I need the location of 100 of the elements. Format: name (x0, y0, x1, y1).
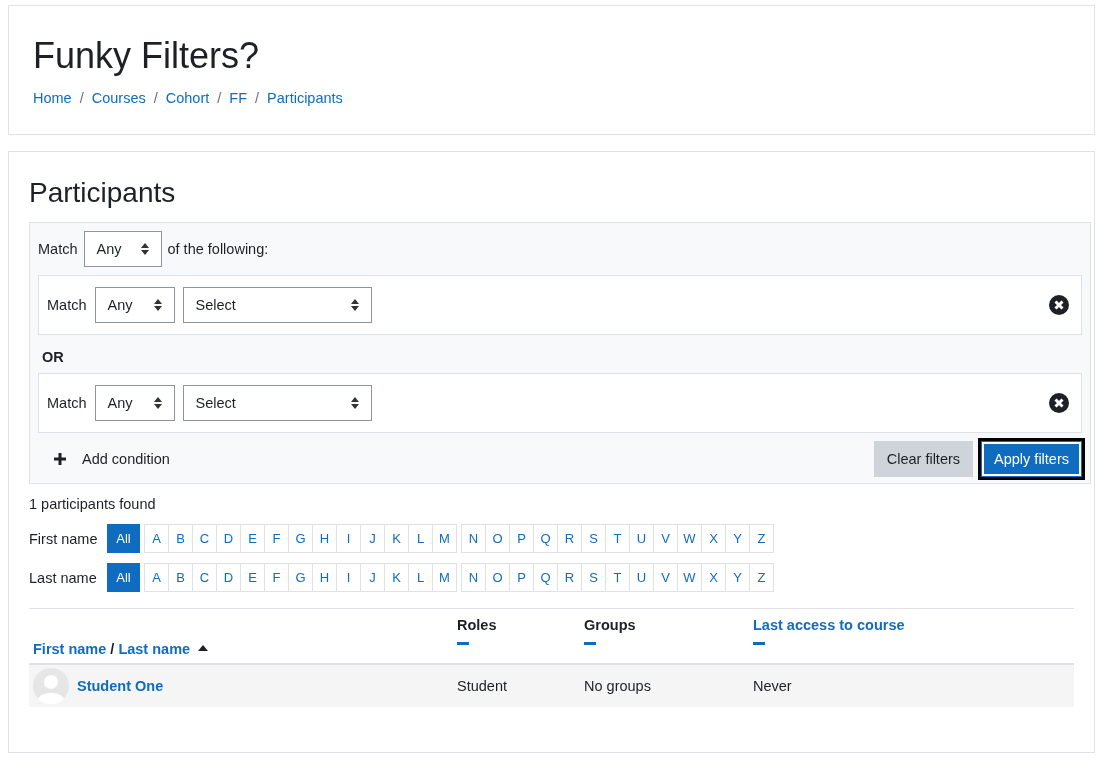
sort-arrows-icon (350, 397, 359, 409)
sort-arrows-icon (153, 299, 162, 311)
initial-button[interactable]: B (168, 524, 193, 553)
initial-button[interactable]: Q (533, 563, 558, 592)
initial-button[interactable]: Z (749, 524, 774, 553)
match-select[interactable]: Any (83, 231, 162, 267)
page-title: Funky Filters? (33, 34, 261, 78)
table-cell: Student (457, 678, 507, 694)
breadcrumb-separator: / (153, 90, 158, 106)
initial-button[interactable]: O (485, 524, 510, 553)
initial-button[interactable]: O (485, 563, 510, 592)
initial-button[interactable]: G (288, 524, 313, 553)
initial-button[interactable]: E (240, 524, 265, 553)
initial-button[interactable]: F (264, 563, 289, 592)
initial-button[interactable]: N (461, 563, 486, 592)
initial-button[interactable]: Y (725, 563, 750, 592)
initial-button[interactable]: Y (725, 524, 750, 553)
initial-button[interactable]: M (432, 524, 457, 553)
column-separator: / (110, 641, 115, 657)
initial-button[interactable]: T (605, 563, 630, 592)
initial-button[interactable]: F (264, 524, 289, 553)
table-cell: Never (753, 678, 792, 694)
initial-button[interactable]: K (384, 563, 409, 592)
joiner-label: OR (42, 349, 65, 365)
initial-button[interactable]: H (312, 524, 337, 553)
breadcrumb-separator: / (217, 90, 222, 106)
initial-button[interactable]: B (168, 563, 193, 592)
filter-type-select[interactable]: Select (182, 287, 372, 323)
participants-count: 1 participants found (29, 496, 157, 512)
match-suffix: of the following: (167, 241, 269, 257)
initial-button[interactable]: S (581, 524, 606, 553)
initial-button[interactable]: Q (533, 524, 558, 553)
match-label: Match (38, 241, 78, 257)
apply-filters-button[interactable]: Apply filters (981, 441, 1082, 477)
sort-arrows-icon (140, 243, 149, 255)
initial-button[interactable]: C (192, 563, 217, 592)
breadcrumb-link[interactable]: Participants (267, 90, 343, 106)
initial-button[interactable]: W (677, 563, 702, 592)
participant-name-link[interactable]: Student One (77, 678, 164, 694)
plus-icon (54, 453, 66, 465)
initial-button[interactable]: I (336, 563, 361, 592)
initial-button[interactable]: W (677, 524, 702, 553)
column-header: Roles (457, 617, 497, 633)
add-condition-button[interactable]: Add condition (38, 451, 186, 467)
initial-button[interactable]: P (509, 563, 534, 592)
initial-button[interactable]: G (288, 563, 313, 592)
initial-button[interactable]: H (312, 563, 337, 592)
column-header: Groups (584, 617, 636, 633)
initials-label: Last name (29, 569, 98, 586)
collapse-icon[interactable] (457, 642, 469, 645)
column-header-link[interactable]: First name (33, 641, 107, 657)
initial-button[interactable]: All (107, 524, 140, 553)
filter-type-select[interactable]: Select (182, 385, 372, 421)
initial-button[interactable]: E (240, 563, 265, 592)
initial-button[interactable]: V (653, 563, 678, 592)
section-heading: Participants (29, 176, 177, 210)
sort-arrows-icon (153, 397, 162, 409)
initial-button[interactable]: S (581, 563, 606, 592)
initial-button[interactable]: J (360, 524, 385, 553)
initial-button[interactable]: L (408, 524, 433, 553)
match-select[interactable]: Any (94, 287, 175, 323)
collapse-icon[interactable] (753, 642, 765, 645)
column-header-link[interactable]: Last name (118, 641, 191, 657)
initial-button[interactable]: C (192, 524, 217, 553)
breadcrumb-separator: / (79, 90, 84, 106)
initial-button[interactable]: Z (749, 563, 774, 592)
remove-icon[interactable] (1049, 393, 1069, 413)
avatar-icon (33, 668, 69, 704)
match-select[interactable]: Any (94, 385, 175, 421)
table-cell: No groups (584, 678, 651, 694)
initial-button[interactable]: A (144, 524, 169, 553)
breadcrumb-link[interactable]: Courses (91, 90, 146, 106)
initial-button[interactable]: D (216, 563, 241, 592)
initial-button[interactable]: M (432, 563, 457, 592)
sort-arrows-icon (350, 299, 359, 311)
match-label: Match (47, 395, 87, 411)
initial-button[interactable]: R (557, 563, 582, 592)
initial-button[interactable]: R (557, 524, 582, 553)
breadcrumb-link[interactable]: FF (229, 90, 248, 106)
initial-button[interactable]: D (216, 524, 241, 553)
initial-button[interactable]: T (605, 524, 630, 553)
initial-button[interactable]: L (408, 563, 433, 592)
initial-button[interactable]: U (629, 563, 654, 592)
remove-icon[interactable] (1049, 295, 1069, 315)
initial-button[interactable]: U (629, 524, 654, 553)
initial-button[interactable]: J (360, 563, 385, 592)
initial-button[interactable]: P (509, 524, 534, 553)
initial-button[interactable]: N (461, 524, 486, 553)
initial-button[interactable]: A (144, 563, 169, 592)
initial-button[interactable]: All (107, 563, 140, 592)
collapse-icon[interactable] (584, 642, 596, 645)
initial-button[interactable]: K (384, 524, 409, 553)
clear-filters-button[interactable]: Clear filters (873, 441, 974, 477)
initial-button[interactable]: X (701, 524, 726, 553)
initial-button[interactable]: I (336, 524, 361, 553)
breadcrumb-link[interactable]: Home (33, 90, 72, 106)
initial-button[interactable]: X (701, 563, 726, 592)
column-header-link[interactable]: Last access to course (753, 617, 905, 633)
initial-button[interactable]: V (653, 524, 678, 553)
breadcrumb-link[interactable]: Cohort (165, 90, 210, 106)
